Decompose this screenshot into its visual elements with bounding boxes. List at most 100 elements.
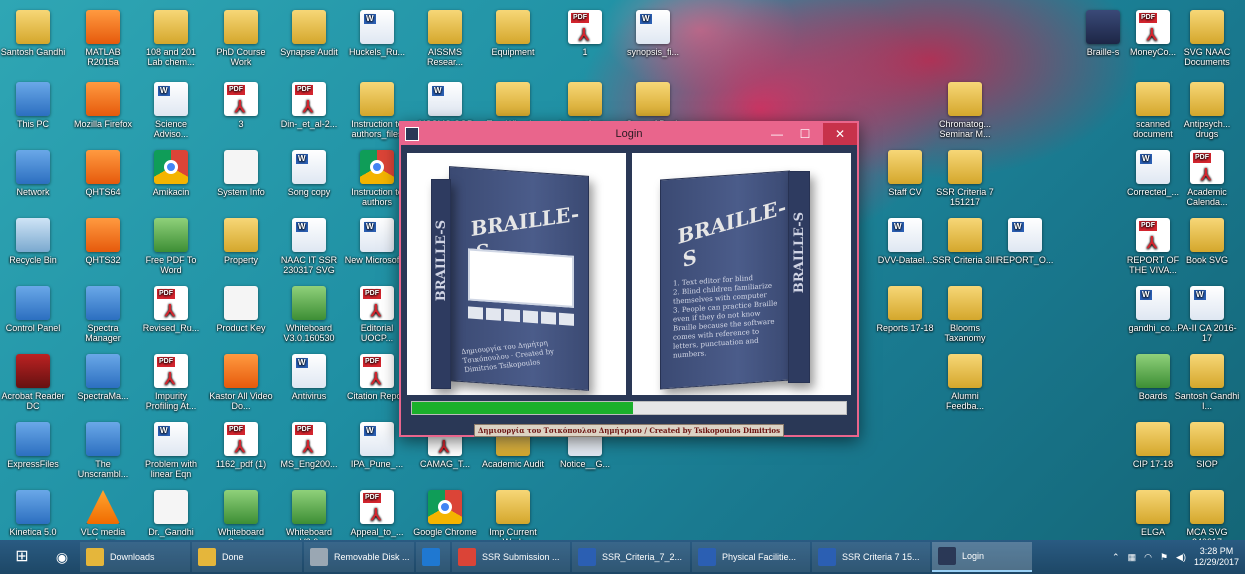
taskbar-item[interactable]: Done (192, 542, 302, 572)
taskbar-item[interactable] (416, 542, 450, 572)
desktop-icon[interactable]: Free PDF To Word (138, 218, 204, 275)
desktop-icon[interactable]: Problem with linear Eqn (138, 422, 204, 479)
desktop-icon[interactable]: QHTS64 (70, 150, 136, 197)
minimize-button[interactable]: — (763, 123, 791, 145)
desktop-icon[interactable]: PhD Course Work (208, 10, 274, 67)
desktop-icon[interactable]: Spectra Manager (70, 286, 136, 343)
taskbar-item[interactable]: SSR_Criteria_7_2... (572, 542, 690, 572)
desktop-icon[interactable]: Google Chrome (412, 490, 478, 537)
desktop-icon[interactable]: System Info (208, 150, 274, 197)
window-titlebar[interactable]: Login — ☐ ✕ (401, 123, 857, 145)
desktop-icon[interactable]: ExpressFiles (0, 422, 66, 469)
desktop-icon-label: 3 (238, 119, 244, 129)
desktop-icon[interactable]: Blooms Taxanomy (932, 286, 998, 343)
desktop-icon[interactable]: Huckels_Ru... (344, 10, 410, 57)
cortana-icon[interactable]: ◉ (44, 540, 80, 574)
desktop-icon[interactable]: Whiteboard Server (208, 490, 274, 547)
desktop-icon[interactable]: PA-II CA 2016-17 (1174, 286, 1240, 343)
taskbar-app-icon (578, 548, 596, 566)
flag-icon[interactable]: ⚑ (1160, 552, 1168, 563)
taskbar-item[interactable]: Login (932, 542, 1032, 572)
desktop-icon[interactable]: Kinetica 5.0 (0, 490, 66, 537)
desktop-icon[interactable]: Reports 17-18 (872, 286, 938, 333)
desktop-icon[interactable]: Network (0, 150, 66, 197)
volume-icon[interactable]: ◀) (1176, 552, 1186, 563)
desktop-icon[interactable]: AISSMS Resear... (412, 10, 478, 67)
desktop-icon[interactable]: 1 (552, 10, 618, 57)
desktop-icon[interactable]: Chromatog... Seminar M... (932, 82, 998, 139)
desktop-icon[interactable]: Kastor All Video Do... (208, 354, 274, 411)
desktop-icon[interactable]: SIOP (1174, 422, 1240, 469)
close-button[interactable]: ✕ (823, 123, 857, 145)
desktop-icon[interactable]: Science Adviso... (138, 82, 204, 139)
desktop-icon[interactable]: SSR Criteria 3III (932, 218, 998, 265)
desktop-icon[interactable]: VLC media player (70, 490, 136, 547)
taskbar-item[interactable]: Removable Disk ... (304, 542, 414, 572)
desktop-icon[interactable]: Synapse Audit (276, 10, 342, 57)
taskbar-item-label: Physical Facilitie... (722, 552, 797, 562)
taskbar-item[interactable]: Physical Facilitie... (692, 542, 810, 572)
desktop-icon-label: Equipment (491, 47, 535, 57)
desktop-icon-label: MoneyCo... (1129, 47, 1177, 57)
desktop-icon[interactable]: REPORT_O... (992, 218, 1058, 265)
desktop-icon[interactable]: 1162_pdf (1) (208, 422, 274, 469)
doc-icon (292, 354, 326, 388)
desktop-icon-label: Free PDF To Word (145, 255, 197, 275)
desktop-icon[interactable]: 3 (208, 82, 274, 129)
desktop-icon[interactable]: Acrobat Reader DC (0, 354, 66, 411)
clock[interactable]: 3:28 PM 12/29/2017 (1194, 546, 1239, 568)
desktop-icon[interactable]: Appeal_to_... (344, 490, 410, 537)
desktop-icon[interactable]: Amikacin (138, 150, 204, 197)
desktop-icon[interactable]: synopsis_fi... (620, 10, 686, 57)
desktop-icon[interactable]: Din-_et_al-2... (276, 82, 342, 129)
desktop-icon[interactable]: SVG NAAC Documents (1174, 10, 1240, 67)
network-icon[interactable]: ▦ (1128, 552, 1137, 563)
desktop-icon[interactable]: Song copy (276, 150, 342, 197)
desktop-icon[interactable]: DVV-Datael... (872, 218, 938, 265)
desktop-icon[interactable]: Santosh Gandhi (0, 10, 66, 57)
desktop-icon[interactable]: SpectraMa... (70, 354, 136, 401)
desktop-icon[interactable]: Santosh Gandhi I... (1174, 354, 1240, 411)
desktop-icon[interactable]: MCA SVG 240317 (1174, 490, 1240, 547)
desktop-icon[interactable]: Alumni Feedba... (932, 354, 998, 411)
desktop-icon[interactable]: Antipsych... drugs (1174, 82, 1240, 139)
desktop-icon[interactable]: Whiteboard V3.0.160530 (276, 286, 342, 343)
desktop-icon[interactable]: Product Key (208, 286, 274, 333)
desktop-icon-label: Notice__G... (559, 459, 611, 469)
wifi-icon[interactable]: ◠ (1144, 552, 1152, 563)
desktop-icon[interactable]: Antivirus (276, 354, 342, 401)
desktop-icon[interactable]: Staff CV (872, 150, 938, 197)
taskbar-item[interactable]: SSR Submission ... (452, 542, 570, 572)
folder-icon (154, 10, 188, 44)
folder-icon (16, 10, 50, 44)
taskbar-item[interactable]: SSR Criteria 7 15... (812, 542, 930, 572)
chevron-up-icon[interactable]: ⌃ (1112, 552, 1120, 563)
desktop-icon[interactable]: Impurity Profiling At... (138, 354, 204, 411)
desktop-icon[interactable]: NAAC IT SSR 230317 SVG (276, 218, 342, 275)
book-back: BRAILLE-S 1. Text editor for blind 2. Bl… (660, 170, 790, 390)
app-icon (16, 490, 50, 524)
desktop-icon-label: REPORT_O... (996, 255, 1054, 265)
desktop-icon[interactable]: Whiteboard V3.0 (276, 490, 342, 547)
desktop-icon[interactable]: Control Panel (0, 286, 66, 333)
login-window[interactable]: Login — ☐ ✕ BRAILLE-S Δημιουργία του Δημ… (399, 121, 859, 437)
desktop-icon[interactable]: MS_Eng200... (276, 422, 342, 469)
desktop-icon[interactable]: Revised_Ru... (138, 286, 204, 333)
desktop-icon[interactable]: Dr._Gandhi (138, 490, 204, 537)
desktop-icon[interactable]: This PC (0, 82, 66, 129)
desktop-icon[interactable]: Academic Calenda... (1174, 150, 1240, 207)
desktop-icon[interactable]: 108 and 201 Lab chem... (138, 10, 204, 67)
start-button[interactable]: ⊞ (0, 540, 44, 574)
desktop-icon[interactable]: Recycle Bin (0, 218, 66, 265)
desktop-icon[interactable]: SSR Criteria 7 151217 (932, 150, 998, 207)
desktop-icon[interactable]: MATLAB R2015a (70, 10, 136, 67)
maximize-button[interactable]: ☐ (791, 123, 819, 145)
desktop-icon[interactable]: QHTS32 (70, 218, 136, 265)
desktop-icon[interactable]: Mozilla Firefox (70, 82, 136, 129)
taskbar-item[interactable]: Downloads (80, 542, 190, 572)
desktop-icon[interactable]: Imp Current Work (480, 490, 546, 547)
desktop-icon[interactable]: Property (208, 218, 274, 265)
desktop-icon[interactable]: Book SVG (1174, 218, 1240, 265)
desktop-icon[interactable]: Equipment (480, 10, 546, 57)
desktop-icon[interactable]: The Unscrambl... (70, 422, 136, 479)
